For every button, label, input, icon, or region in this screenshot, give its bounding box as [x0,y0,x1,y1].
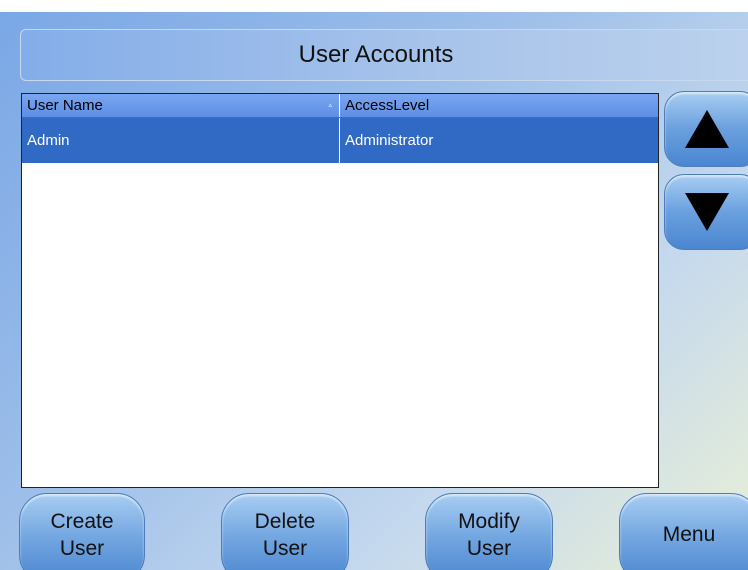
cell-access-level: Administrator [345,132,434,149]
title-bar: User Accounts [20,29,748,81]
scroll-down-button[interactable] [664,174,748,250]
sort-ascending-icon: ▵ [328,102,332,109]
arrow-up-icon [685,110,729,148]
button-label: Menu [662,523,716,546]
column-header-label: AccessLevel [345,97,430,114]
column-header-access-level[interactable]: AccessLevel [340,94,658,117]
button-label-line2: User [466,537,512,560]
button-label-line1: Modify [458,510,520,533]
column-header-user-name[interactable]: User Name ▵ [22,94,340,117]
page-title: User Accounts [298,41,454,68]
modify-user-button[interactable]: Modify User [425,493,553,570]
table-row[interactable]: Admin Administrator [22,118,658,163]
delete-user-button[interactable]: Delete User [221,493,349,570]
button-label-line1: Delete [254,510,316,533]
cell-user-name: Admin [22,118,340,163]
screen: User Accounts User Name ▵ AccessLevel Ad… [0,12,748,570]
column-header-label: User Name [27,97,103,114]
create-user-button[interactable]: Create User [19,493,145,570]
button-label-line1: Create [50,510,114,533]
menu-button[interactable]: Menu [619,493,748,570]
arrow-down-icon [685,193,729,231]
user-accounts-table[interactable]: User Name ▵ AccessLevel Admin Administra… [21,93,659,488]
table-header: User Name ▵ AccessLevel [22,94,658,118]
button-label-line2: User [262,537,308,560]
button-label-line2: User [59,537,105,560]
scroll-up-button[interactable] [664,91,748,167]
